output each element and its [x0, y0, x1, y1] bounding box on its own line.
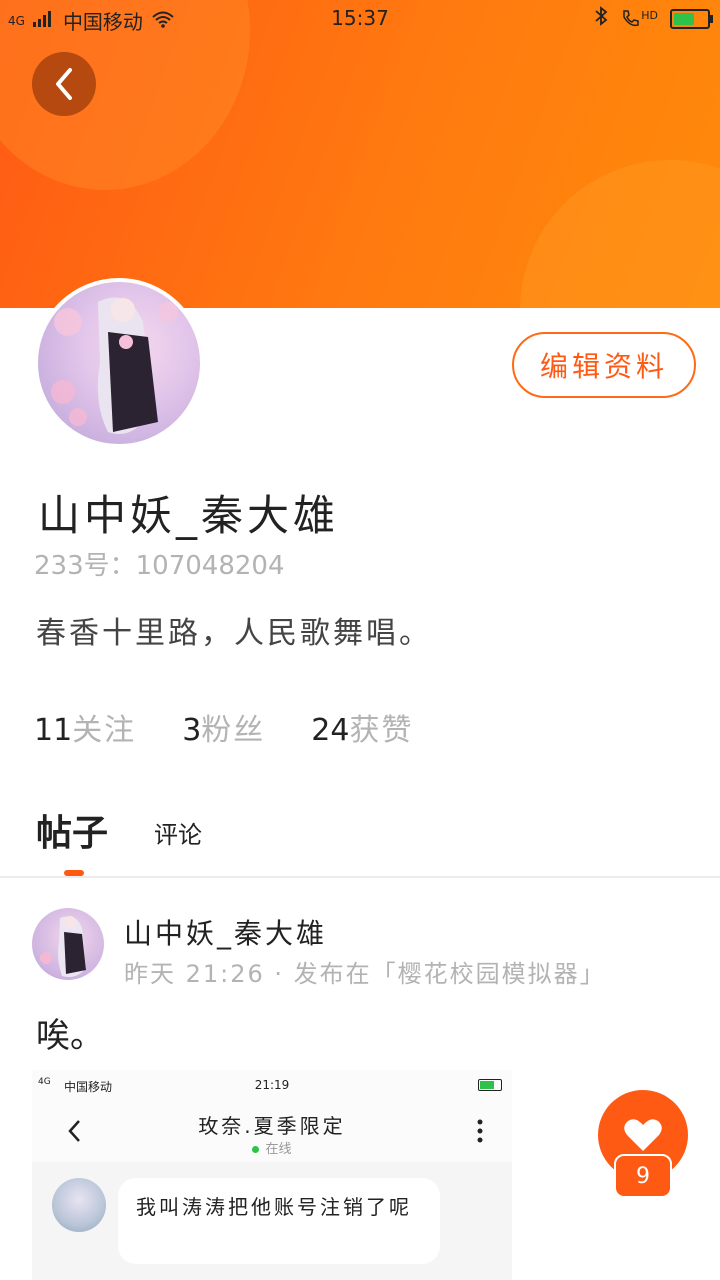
- post-text: 唉。: [36, 1016, 104, 1056]
- stat-number: 3: [182, 713, 202, 748]
- status-right: HD: [594, 6, 713, 31]
- divider: [0, 876, 720, 878]
- online-text: 在线: [265, 1142, 292, 1157]
- avatar-illustration: [51, 297, 178, 434]
- heart-icon: [624, 1119, 662, 1151]
- stat-following[interactable]: 11关注: [34, 705, 136, 749]
- embedded-online-status: 在线: [32, 1138, 512, 1157]
- avatar-illustration: [40, 916, 86, 977]
- like-count-badge: 9: [614, 1154, 672, 1198]
- bluetooth-icon: [594, 6, 608, 31]
- stat-number: 24: [311, 713, 350, 748]
- stat-followers[interactable]: 3粉丝: [182, 705, 265, 749]
- status-bar: 4G 中国移动 15:37 HD: [0, 0, 720, 36]
- embedded-message-bubble: 我叫涛涛把他账号注销了呢: [118, 1178, 440, 1264]
- post-author-name[interactable]: 山中妖_秦大雄: [124, 912, 327, 952]
- stat-label: 关注: [72, 713, 137, 748]
- profile-bio: 春香十里路，人民歌舞唱。: [36, 616, 432, 651]
- stat-label: 粉丝: [201, 713, 266, 748]
- embedded-chat-title: 玫奈.夏季限定: [198, 1114, 346, 1138]
- embedded-sender-avatar: [52, 1178, 106, 1232]
- back-arrow-icon: [56, 68, 72, 100]
- profile-uid: 233号：107048204: [34, 551, 285, 581]
- more-vertical-icon: [477, 1119, 483, 1143]
- decor-circle: [520, 160, 720, 308]
- profile-username: 山中妖_秦大雄: [38, 491, 340, 540]
- post-image[interactable]: 4G 中国移动 21:19 玫奈.夏季限定 在线 我叫涛涛把他账号注销了呢: [32, 1070, 512, 1280]
- stat-likes[interactable]: 24获赞: [311, 705, 413, 749]
- embedded-chat-header: 玫奈.夏季限定 在线: [32, 1100, 512, 1162]
- battery-icon: [670, 8, 713, 29]
- stat-label: 获赞: [349, 713, 414, 748]
- edit-profile-button[interactable]: 编辑资料: [512, 332, 696, 398]
- post-author-avatar[interactable]: [32, 908, 104, 980]
- tab-comments[interactable]: 评论: [154, 815, 202, 856]
- hd-label: HD: [641, 8, 658, 22]
- profile-tabs: 帖子 评论: [36, 804, 202, 856]
- back-button[interactable]: [32, 52, 96, 116]
- tab-posts[interactable]: 帖子: [36, 804, 108, 856]
- stat-number: 11: [34, 713, 73, 748]
- embedded-status-bar: 4G 中国移动 21:19: [32, 1070, 512, 1100]
- post-meta: 昨天 21:26 · 发布在「樱花校园模拟器」: [124, 960, 606, 988]
- embedded-battery-icon: [478, 1079, 502, 1091]
- embedded-time: 21:19: [254, 1078, 290, 1092]
- call-hd-icon: HD: [620, 9, 658, 29]
- profile-avatar[interactable]: [34, 278, 204, 448]
- profile-stats: 11关注 3粉丝 24获赞: [34, 705, 413, 749]
- profile-header-banner: 4G 中国移动 15:37 HD: [0, 0, 720, 308]
